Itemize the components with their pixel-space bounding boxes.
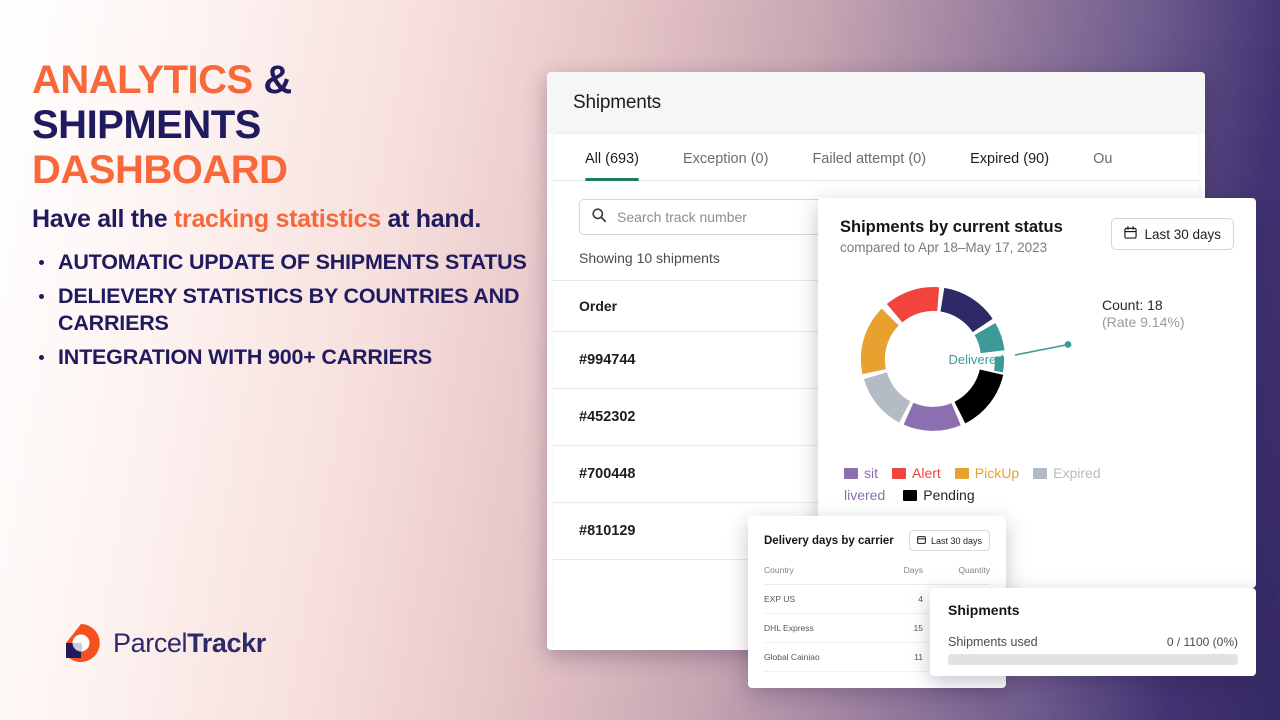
status-card-header: Shipments by current status compared to … <box>840 218 1234 255</box>
shipments-usage-card: Shipments Shipments used 0 / 1100 (0%) <box>930 588 1256 676</box>
legend-item-pending[interactable]: Pending <box>903 487 975 503</box>
brand-name-parcel: Parcel <box>113 627 188 658</box>
subheadline-part1: Have all the <box>32 205 174 234</box>
calendar-icon <box>917 535 926 546</box>
subheadline-accent: tracking statistics <box>174 205 381 234</box>
search-icon <box>591 207 607 228</box>
status-card-subtitle: compared to Apr 18–May 17, 2023 <box>840 240 1048 255</box>
donut-segment-pending[interactable] <box>954 369 1004 424</box>
list-item: INTEGRATION WITH 900+ CARRIERS <box>32 344 532 371</box>
cell-days: 15 <box>882 613 923 643</box>
legend-row-2: livered Pending <box>844 487 1234 503</box>
date-range-button[interactable]: Last 30 days <box>1111 218 1234 250</box>
headline-shipments: SHIPMENTS <box>32 102 261 147</box>
tab-expired[interactable]: Expired (90) <box>948 134 1071 180</box>
legend-label-expired: Expired <box>1053 465 1101 481</box>
legend-item-expired[interactable]: Expired <box>1033 465 1101 481</box>
cell-country: EXP US <box>764 584 882 614</box>
search-placeholder: Search track number <box>617 209 747 225</box>
shipments-panel-header: Shipments <box>547 72 1205 134</box>
subheadline-part2: at hand. <box>380 205 482 234</box>
headline-dashboard: DASHBOARD <box>32 147 288 192</box>
tab-out-for-delivery[interactable]: Ou <box>1071 134 1134 180</box>
list-item: AUTOMATIC UPDATE OF SHIPMENTS STATUS <box>32 249 532 276</box>
headline-ampersand: & <box>263 58 292 102</box>
brand-name-trackr: Trackr <box>187 627 266 658</box>
legend-item-intransit[interactable]: sit <box>844 465 878 481</box>
donut-segment-delivered-highlight[interactable] <box>994 356 1005 373</box>
callout-count: Count: 18 <box>1102 297 1163 313</box>
legend-swatch-intransit <box>844 467 858 479</box>
column-country: Country <box>764 565 882 585</box>
donut-segment-other[interactable] <box>903 402 961 431</box>
usage-card-title: Shipments <box>948 602 1020 618</box>
date-range-label: Last 30 days <box>1144 226 1221 242</box>
parceltrackr-logo-icon <box>60 622 102 664</box>
donut-segment-alert[interactable] <box>886 287 940 323</box>
donut-segment-intransit[interactable] <box>939 287 993 333</box>
callout-line <box>1014 344 1067 356</box>
usage-row: Shipments used 0 / 1100 (0%) <box>948 635 1238 649</box>
legend-swatch-expired <box>1033 467 1048 479</box>
brand-logo: ParcelTrackr <box>60 622 266 664</box>
legend-label-delivered: livered <box>844 487 886 503</box>
cell-days: 11 <box>882 642 923 672</box>
usage-label: Shipments used <box>948 635 1038 649</box>
legend-item-alert[interactable]: Alert <box>892 465 941 481</box>
legend-swatch-pending <box>903 489 918 501</box>
delivery-card-header: Delivery days by carrier Last 30 days <box>764 530 990 551</box>
delivery-date-range-button[interactable]: Last 30 days <box>908 530 990 551</box>
table-header-row: Country Days Quantity <box>764 565 990 585</box>
legend-label-intransit: sit <box>864 465 878 481</box>
tab-failed-attempt[interactable]: Failed attempt (0) <box>790 134 948 180</box>
legend-swatch-alert <box>892 467 906 479</box>
status-card-title: Shipments by current status <box>840 218 1063 236</box>
delivery-date-range-label: Last 30 days <box>930 535 982 546</box>
marketing-panel: ANALYTICS & SHIPMENTS DASHBOARD Have all… <box>32 58 532 377</box>
legend-swatch-pickup <box>954 467 969 479</box>
donut-segment-pickup[interactable] <box>860 308 900 375</box>
headline-analytics: ANALYTICS <box>32 58 253 102</box>
donut-callout: Count: 18 (Rate 9.14%) <box>1102 297 1184 330</box>
page-title: ANALYTICS & SHIPMENTS DASHBOARD <box>32 58 532 192</box>
usage-value: 0 / 1100 (0%) <box>1166 635 1238 649</box>
delivery-card-title: Delivery days by carrier <box>764 534 894 547</box>
donut-segment-delivered[interactable] <box>974 322 1005 354</box>
list-item: DELIEVERY STATISTICS BY COUNTRIES AND CA… <box>32 283 532 337</box>
status-tabs: All (693) Exception (0) Failed attempt (… <box>553 134 1199 181</box>
cell-days: 4 <box>882 584 923 614</box>
panel-title: Shipments <box>573 92 661 113</box>
legend-label-alert: Alert <box>912 465 941 481</box>
donut-segment-expired[interactable] <box>863 371 911 423</box>
status-donut-chart: Delivered Count: 18 (Rate 9.14%) <box>840 269 1234 449</box>
cell-country: DHL Express <box>764 613 882 643</box>
brand-name: ParcelTrackr <box>113 628 266 659</box>
column-quantity: Quantity <box>923 565 990 585</box>
cell-country: Global Cainiao <box>764 642 882 672</box>
calendar-icon <box>1124 226 1138 242</box>
legend-item-delivered[interactable]: livered <box>844 487 885 503</box>
legend-label-pickup: PickUp <box>974 465 1020 481</box>
status-legend: sit Alert PickUp Expired livered Pending <box>840 465 1234 503</box>
status-card-titles: Shipments by current status compared to … <box>840 218 1063 255</box>
callout-dot <box>1064 341 1072 348</box>
tab-exception[interactable]: Exception (0) <box>661 134 790 180</box>
legend-label-pending: Pending <box>923 487 975 503</box>
legend-item-pickup[interactable]: PickUp <box>954 465 1020 481</box>
subheadline: Have all the tracking statistics at hand… <box>32 204 532 235</box>
donut-svg <box>860 287 1072 431</box>
tab-all[interactable]: All (693) <box>563 134 661 181</box>
feature-list: AUTOMATIC UPDATE OF SHIPMENTS STATUS DEL… <box>32 249 532 371</box>
callout-rate: (Rate 9.14%) <box>1102 314 1185 330</box>
usage-progress-bar <box>948 654 1238 665</box>
column-days: Days <box>882 565 923 585</box>
